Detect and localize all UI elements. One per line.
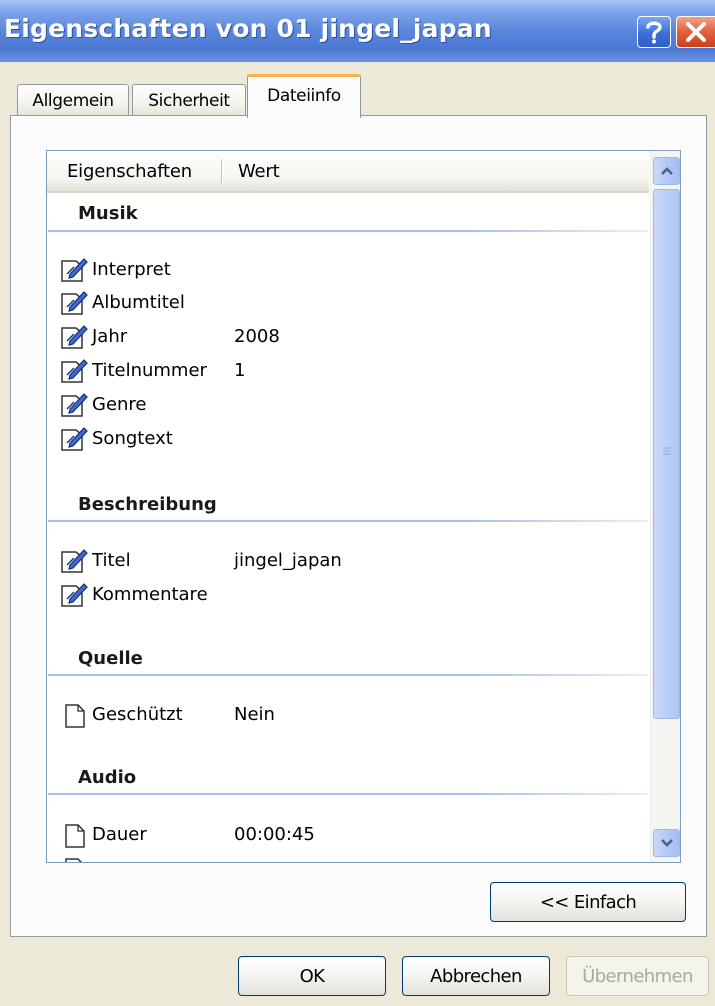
property-name: Jahr [92,326,128,347]
property-value[interactable]: 1 [234,360,245,381]
property-name: Titel [92,550,131,571]
apply-button[interactable]: Übernehmen [566,956,709,996]
property-value[interactable]: jingel_japan [234,550,342,571]
ok-button[interactable]: OK [238,956,386,996]
list-item[interactable]: Kommentare [47,581,647,611]
property-name: Genre [92,394,147,415]
scroll-thumb[interactable] [653,189,680,719]
properties-list[interactable]: Eigenschaften Wert Musik Interpret Album… [46,150,681,863]
property-name: Dauer [92,824,147,845]
tab-sicherheit-label: Sicherheit [148,90,230,111]
title-bar[interactable]: Eigenschaften von 01 jingel_japan [0,0,715,62]
property-name: Albumtitel [92,292,185,313]
scroll-up-button[interactable] [653,157,680,185]
list-item[interactable]: Interpret [47,256,647,286]
list-item[interactable]: Songtext [47,425,647,455]
tab-dateiinfo[interactable]: Dateiinfo [247,74,361,118]
list-item[interactable]: Albumtitel [47,289,647,319]
property-name: Geschützt [92,704,183,725]
group-title-audio: Audio [78,767,137,788]
property-name: Kommentare [92,584,208,605]
group-divider [48,674,648,676]
group-title-beschreibung: Beschreibung [78,494,217,515]
tab-allgemein-label: Allgemein [32,90,114,111]
window-title: Eigenschaften von 01 jingel_japan [4,14,492,43]
chevron-down-icon [660,839,673,847]
property-value[interactable]: 2008 [234,326,280,347]
list-item[interactable]: Geschützt Nein [47,701,647,731]
group-title-quelle: Quelle [78,648,143,669]
tab-dateiinfo-label: Dateiinfo [267,86,341,106]
list-item[interactable]: Dauer 00:00:45 [47,821,647,851]
edit-icon [61,359,88,383]
group-divider [48,793,648,795]
einfach-button[interactable]: << Einfach [490,882,686,922]
help-button[interactable] [637,16,671,48]
list-item-partial[interactable] [47,855,647,862]
property-name: Songtext [92,428,173,449]
group-title-musik: Musik [78,203,138,224]
list-item[interactable]: Titel jingel_japan [47,547,647,577]
tab-allgemein[interactable]: Allgemein [17,84,129,116]
close-button[interactable] [676,16,715,48]
vertical-scrollbar[interactable] [650,151,680,862]
document-icon [65,704,85,728]
close-icon [686,22,706,42]
column-header-eigenschaften[interactable]: Eigenschaften [67,151,192,191]
list-header: Eigenschaften Wert [47,151,649,193]
property-name: Interpret [92,259,171,280]
grip-icon [663,447,671,455]
property-value: 00:00:45 [234,824,315,845]
document-icon [65,824,85,848]
cancel-button[interactable]: Abbrechen [402,956,550,996]
edit-icon [61,583,88,607]
edit-icon [61,393,88,417]
group-divider [48,520,648,522]
column-divider[interactable] [221,159,223,185]
edit-icon [61,549,88,573]
column-header-wert[interactable]: Wert [238,151,280,191]
group-divider [48,230,648,232]
edit-icon [61,258,88,282]
list-item[interactable]: Titelnummer 1 [47,357,647,387]
list-item[interactable]: Genre [47,391,647,421]
property-name: Titelnummer [92,360,207,381]
question-mark-icon [646,21,662,44]
document-icon [65,858,83,862]
scroll-down-button[interactable] [653,829,680,857]
property-value: Nein [234,704,275,725]
edit-icon [61,325,88,349]
list-item[interactable]: Jahr 2008 [47,323,647,353]
chevron-up-icon [660,167,673,175]
edit-icon [61,427,88,451]
edit-icon [61,291,88,315]
tab-sicherheit[interactable]: Sicherheit [132,84,246,116]
